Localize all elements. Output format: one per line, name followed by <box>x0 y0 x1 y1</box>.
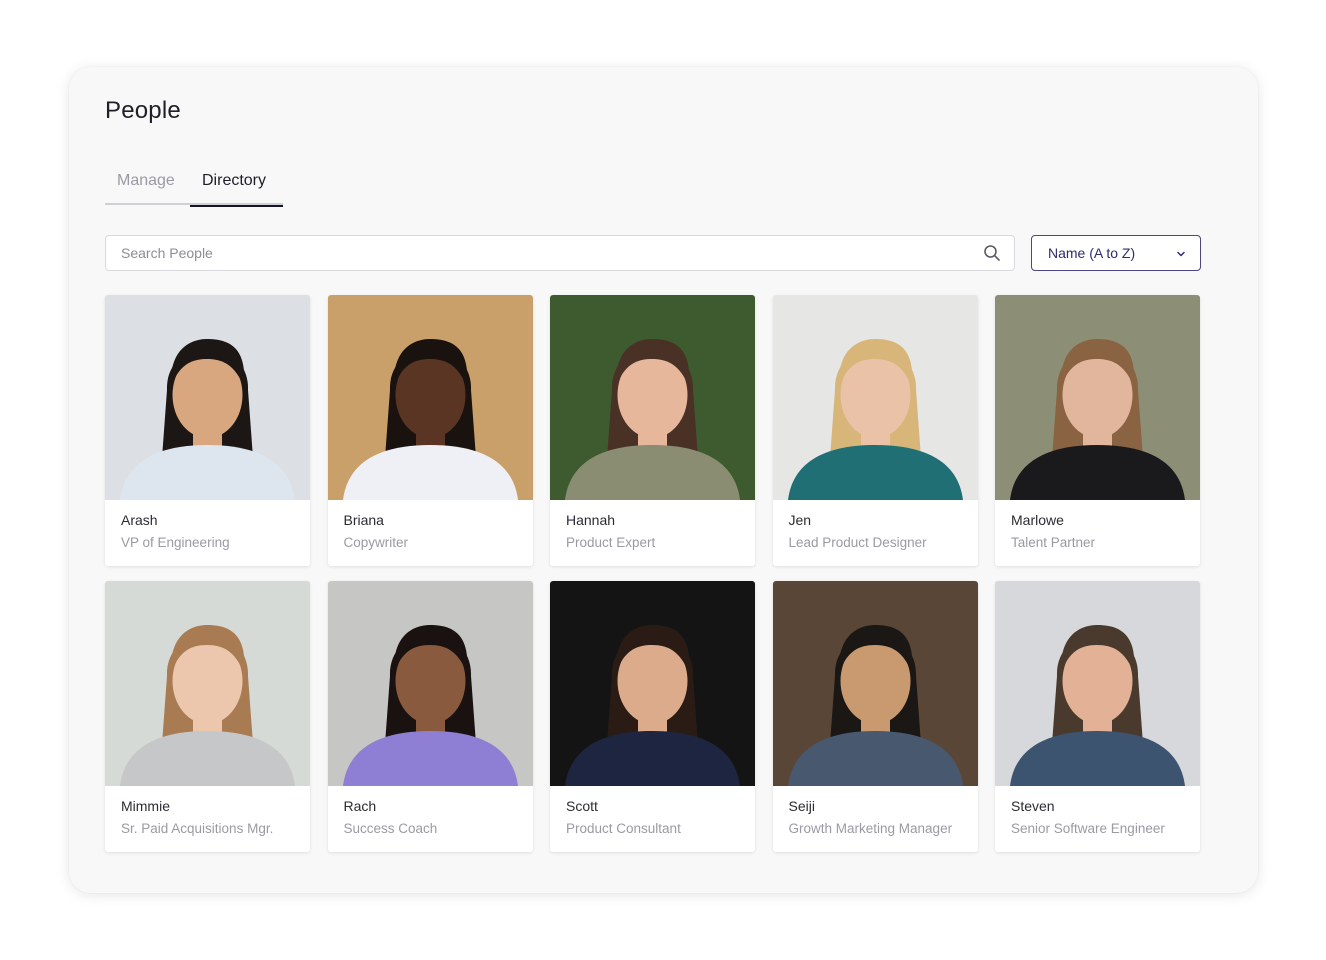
person-title: Sr. Paid Acquisitions Mgr. <box>121 821 274 836</box>
person-name: Seiji <box>788 798 815 814</box>
tab-directory[interactable]: Directory <box>190 169 283 207</box>
person-title: Product Consultant <box>566 821 681 836</box>
person-photo <box>327 295 533 500</box>
person-photo <box>995 295 1200 500</box>
person-title: Lead Product Designer <box>788 535 927 550</box>
person-card-scott[interactable]: Scott Product Consultant <box>550 581 755 852</box>
tab-manage[interactable]: Manage <box>105 169 190 205</box>
person-card-jen[interactable]: Jen Lead Product Designer <box>772 295 978 566</box>
search-box <box>105 235 1015 271</box>
person-name: Jen <box>788 512 812 528</box>
sort-selected-label: Name (A to Z) <box>1048 245 1136 261</box>
person-name: Rach <box>343 798 377 814</box>
person-title: Success Coach <box>343 821 438 836</box>
person-title: Senior Software Engineer <box>1011 821 1165 836</box>
person-photo <box>550 295 755 500</box>
search-icon[interactable] <box>983 244 1001 262</box>
page-title: People <box>105 97 181 124</box>
person-title: Talent Partner <box>1011 535 1096 550</box>
person-photo <box>995 581 1200 786</box>
person-title: VP of Engineering <box>121 535 230 550</box>
people-panel: People Manage Directory Name (A to Z) <box>69 67 1258 893</box>
person-photo <box>327 581 533 786</box>
person-title: Copywriter <box>343 535 409 550</box>
people-grid: Arash VP of Engineering Briana Copywrite… <box>105 295 1200 852</box>
person-name: Scott <box>566 798 598 814</box>
person-name: Marlowe <box>1011 512 1064 528</box>
person-card-rach[interactable]: Rach Success Coach <box>327 581 533 852</box>
person-name: Hannah <box>566 512 616 528</box>
person-card-briana[interactable]: Briana Copywriter <box>327 295 533 566</box>
person-title: Product Expert <box>566 535 656 550</box>
person-card-arash[interactable]: Arash VP of Engineering <box>105 295 310 566</box>
person-name: Briana <box>343 512 384 528</box>
person-photo <box>772 295 978 500</box>
person-card-marlowe[interactable]: Marlowe Talent Partner <box>995 295 1200 566</box>
person-name: Steven <box>1011 798 1055 814</box>
person-card-steven[interactable]: Steven Senior Software Engineer <box>995 581 1200 852</box>
person-card-hannah[interactable]: Hannah Product Expert <box>550 295 755 566</box>
person-photo <box>105 295 310 500</box>
person-photo <box>772 581 978 786</box>
tab-bar: Manage Directory <box>105 169 283 207</box>
person-name: Arash <box>121 512 158 528</box>
person-title: Growth Marketing Manager <box>788 821 953 836</box>
person-photo <box>105 581 310 786</box>
person-card-seiji[interactable]: Seiji Growth Marketing Manager <box>772 581 978 852</box>
sort-select[interactable]: Name (A to Z) <box>1031 235 1201 271</box>
chevron-down-icon <box>1177 251 1185 257</box>
person-card-mimmie[interactable]: Mimmie Sr. Paid Acquisitions Mgr. <box>105 581 310 852</box>
search-input[interactable] <box>106 236 976 270</box>
person-photo <box>550 581 755 786</box>
person-name: Mimmie <box>121 798 170 814</box>
